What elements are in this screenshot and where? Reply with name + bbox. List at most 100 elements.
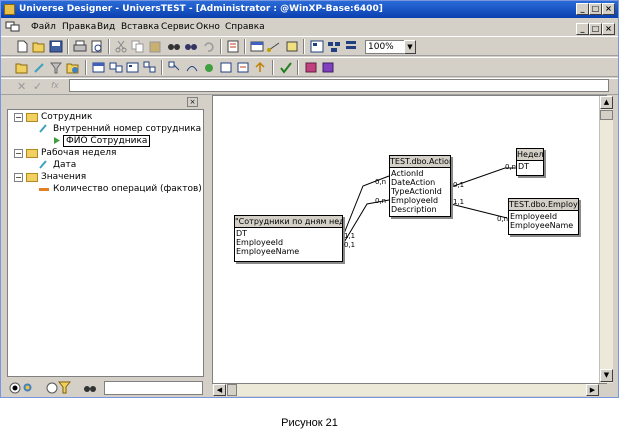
print-icon[interactable] — [73, 40, 87, 53]
tree-class-work-week[interactable]: Рабочая неделя — [41, 148, 116, 158]
scroll-right-icon[interactable]: ▶ — [586, 384, 599, 396]
undo-icon[interactable] — [202, 40, 216, 53]
column[interactable]: ActionId — [391, 169, 424, 178]
table-browser-icon[interactable] — [250, 40, 264, 53]
menu-window[interactable]: Окно — [196, 22, 220, 32]
menu-insert[interactable]: Вставка — [121, 22, 159, 32]
tree-class-employee[interactable]: Сотрудник — [41, 112, 92, 122]
insert-context-icon[interactable] — [143, 61, 157, 74]
new-hierarchy-icon[interactable] — [66, 61, 80, 74]
open-icon[interactable] — [32, 40, 46, 53]
cancel-formula-icon[interactable]: ✕ — [17, 80, 26, 93]
tree-object-date[interactable]: Дата — [53, 160, 76, 170]
collapse-icon[interactable]: − — [14, 173, 23, 182]
cardinality-label: 0,n — [497, 215, 509, 223]
arrange-icon[interactable] — [310, 40, 324, 53]
doc-minimize-icon[interactable]: _ — [576, 23, 589, 35]
column[interactable]: EmployeeId — [391, 196, 438, 205]
refresh-structure-icon[interactable] — [304, 61, 318, 74]
search-input[interactable] — [104, 381, 203, 395]
detect-loops-icon[interactable] — [253, 61, 267, 74]
new-condition-icon[interactable] — [49, 61, 63, 74]
menu-bar: Файл Правка Вид Вставка Сервис Окно Спра… — [1, 19, 618, 35]
column[interactable]: EmployeeName — [510, 221, 573, 230]
column[interactable]: DT — [236, 229, 247, 238]
structure-canvas[interactable]: "Сотрудники по дням недели" DT EmployeeI… — [212, 95, 607, 384]
table-header: TEST.dbo.Action — [390, 156, 450, 168]
menu-help[interactable]: Справка — [225, 22, 265, 32]
formula-input[interactable] — [69, 79, 609, 92]
doc-restore-icon[interactable]: □ — [589, 23, 602, 35]
collapse-icon[interactable]: − — [14, 113, 23, 122]
menu-file[interactable]: Файл — [31, 22, 56, 32]
column[interactable]: DT — [518, 162, 529, 171]
classes-radio[interactable] — [9, 382, 21, 394]
print-preview-icon[interactable] — [90, 40, 104, 53]
table-week[interactable]: Неделя DT — [516, 148, 544, 176]
detect-aliases-icon[interactable] — [219, 61, 233, 74]
check-integrity-icon[interactable] — [279, 61, 293, 74]
collapse-icon[interactable]: − — [14, 149, 23, 158]
new-class-icon[interactable] — [15, 61, 29, 74]
close-icon[interactable]: × — [602, 3, 615, 15]
validate-formula-icon[interactable]: ✓ — [33, 80, 42, 93]
cardinality-label: 0,n — [505, 163, 517, 171]
paste-icon[interactable] — [148, 40, 162, 53]
join-icon[interactable] — [267, 40, 281, 53]
view-data-icon[interactable] — [321, 61, 335, 74]
tree-object-employee-id[interactable]: Внутренний номер сотрудника — [53, 124, 201, 134]
detect-cardinalities-icon[interactable] — [202, 61, 216, 74]
vertical-scrollbar[interactable]: ▲ ▼ — [599, 96, 613, 383]
scroll-down-icon[interactable]: ▼ — [600, 369, 613, 382]
menu-tools[interactable]: Сервис — [161, 22, 195, 32]
tree-object-employee-name[interactable]: ФИО Сотрудника — [63, 135, 151, 147]
insert-derived-table-icon[interactable] — [109, 61, 123, 74]
properties-icon[interactable] — [226, 40, 240, 53]
tree-class-values[interactable]: Значения — [41, 172, 86, 182]
column[interactable]: EmployeeId — [510, 212, 557, 221]
tile-icon[interactable] — [327, 40, 341, 53]
scroll-thumb[interactable] — [600, 110, 613, 120]
column[interactable]: EmployeeId — [236, 238, 283, 247]
column[interactable]: DateAction — [391, 178, 435, 187]
menu-edit[interactable]: Правка — [62, 22, 96, 32]
insert-join-icon[interactable] — [168, 61, 182, 74]
table-employees-by-weekday[interactable]: "Сотрудники по дням недели" DT EmployeeI… — [234, 215, 343, 262]
save-icon[interactable] — [49, 40, 63, 53]
column[interactable]: EmployeeName — [236, 247, 299, 256]
copy-icon[interactable] — [131, 40, 145, 53]
window-title: Universe Designer - UniversTEST - [Admin… — [19, 4, 383, 14]
list-mode-icon[interactable] — [344, 40, 358, 53]
cut-icon[interactable] — [114, 40, 128, 53]
column[interactable]: TypeActionId — [391, 187, 442, 196]
table-action[interactable]: TEST.dbo.Action ActionId DateAction Type… — [389, 155, 451, 217]
binoculars-icon[interactable] — [83, 381, 97, 394]
new-object-icon[interactable] — [32, 61, 46, 74]
detect-joins-icon[interactable] — [185, 61, 199, 74]
maximize-icon[interactable]: □ — [589, 3, 602, 15]
new-icon[interactable] — [15, 40, 29, 53]
document-icon[interactable] — [5, 21, 21, 33]
conditions-radio[interactable] — [46, 382, 58, 394]
table-employee[interactable]: TEST.dbo.Employee EmployeeId EmployeeNam… — [508, 198, 579, 235]
find-next-icon[interactable] — [184, 40, 198, 53]
doc-close-icon[interactable]: × — [602, 23, 615, 35]
menu-view[interactable]: Вид — [97, 22, 115, 32]
function-icon[interactable]: fx — [51, 81, 59, 90]
detect-contexts-icon[interactable] — [236, 61, 250, 74]
find-icon[interactable] — [167, 40, 181, 53]
pane-close-icon[interactable]: × — [187, 97, 198, 107]
insert-alias-icon[interactable] — [126, 61, 140, 74]
table-header: Неделя — [517, 149, 543, 161]
minimize-icon[interactable]: _ — [576, 3, 589, 15]
scroll-up-icon[interactable]: ▲ — [600, 96, 613, 109]
scroll-left-icon[interactable]: ◀ — [213, 384, 226, 396]
insert-table-icon[interactable] — [92, 61, 106, 74]
detect-icon[interactable] — [285, 40, 299, 53]
chevron-down-icon[interactable]: ▼ — [404, 40, 416, 54]
horizontal-scrollbar[interactable]: ◀ ▶ — [213, 384, 599, 396]
hscroll-thumb[interactable] — [227, 384, 237, 396]
column[interactable]: Description — [391, 205, 437, 214]
tree-object-operation-count[interactable]: Количество операций (фактов) — [53, 184, 202, 194]
zoom-select[interactable]: 100% — [365, 40, 405, 54]
